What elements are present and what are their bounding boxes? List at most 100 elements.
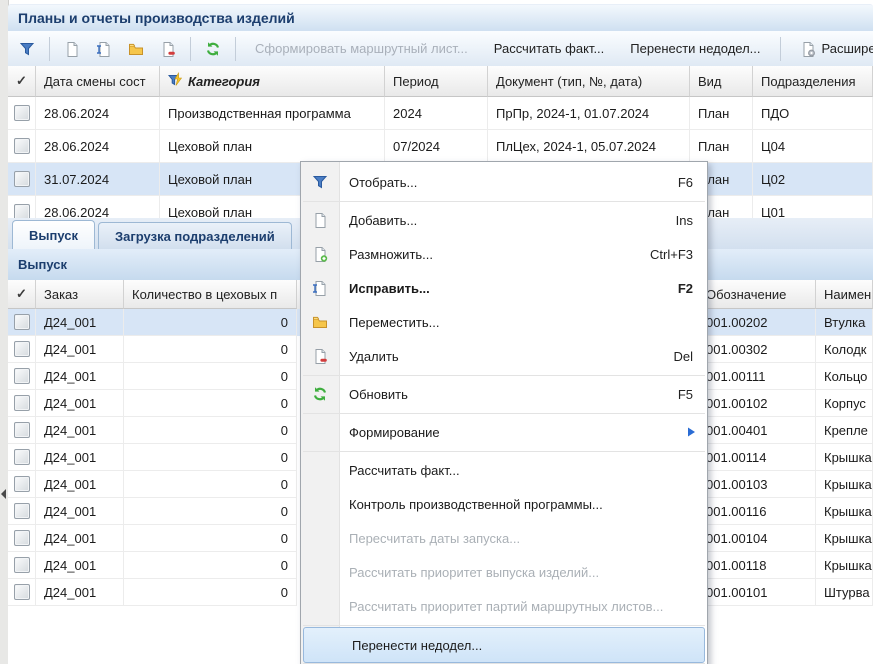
filter-toolbar-button[interactable] [14,36,40,62]
checkbox[interactable] [14,138,30,154]
row-checkbox[interactable] [8,97,36,130]
checkbox[interactable] [14,395,30,411]
cell-order[interactable]: Д24_001 [36,498,124,525]
cell-name[interactable]: Крепле [816,417,873,444]
row-checkbox[interactable] [8,196,36,218]
context-menu-item[interactable]: Переместить... [301,305,707,339]
checkbox[interactable] [14,557,30,573]
cell-order[interactable]: Д24_001 [36,336,124,363]
column-header-designation[interactable]: Обозначение [698,280,816,309]
cell-name[interactable]: Кольцо [816,363,873,390]
cell-document[interactable]: ПлЦех, 2024-1, 05.07.2024 [488,130,690,163]
column-header-order[interactable]: Заказ [36,280,124,309]
cell-designation[interactable]: 001.00102 [698,390,816,417]
cell-date[interactable]: 28.06.2024 [36,130,160,163]
cell-quantity[interactable]: 0 [124,390,297,417]
cell-department[interactable]: Ц02 [753,163,873,196]
cell-order[interactable]: Д24_001 [36,417,124,444]
cell-name[interactable]: Корпус [816,390,873,417]
cell-designation[interactable]: 001.00111 [698,363,816,390]
row-checkbox[interactable] [8,471,36,498]
context-menu-item[interactable]: Добавить...Ins [301,203,707,237]
cell-date[interactable]: 31.07.2024 [36,163,160,196]
cell-date[interactable]: 28.06.2024 [36,196,160,218]
add-document-button[interactable] [59,36,85,62]
edit-document-button[interactable] [91,36,117,62]
cell-designation[interactable]: 001.00401 [698,417,816,444]
row-checkbox[interactable] [8,498,36,525]
cell-designation[interactable]: 001.00114 [698,444,816,471]
context-menu-item[interactable]: Размножить...Ctrl+F3 [301,237,707,271]
cell-order[interactable]: Д24_001 [36,579,124,606]
row-checkbox[interactable] [8,309,36,336]
cell-name[interactable]: Штурва [816,579,873,606]
cell-name[interactable]: Колодк [816,336,873,363]
column-header-name[interactable]: Наимен [816,280,873,309]
row-checkbox[interactable] [8,417,36,444]
plans-table-row[interactable]: 28.06.2024Производственная программа2024… [8,97,873,130]
delete-document-button[interactable] [155,36,181,62]
cell-quantity[interactable]: 0 [124,471,297,498]
refresh-button[interactable] [200,36,226,62]
column-header-period[interactable]: Период [385,66,488,97]
tab-zagruzka-podrazdelenij[interactable]: Загрузка подразделений [98,222,292,249]
row-checkbox[interactable] [8,579,36,606]
checkbox[interactable] [14,503,30,519]
column-header-qty[interactable]: Количество в цеховых п [124,280,297,309]
cell-quantity[interactable]: 0 [124,498,297,525]
row-checkbox[interactable] [8,525,36,552]
cell-order[interactable]: Д24_001 [36,552,124,579]
cell-order[interactable]: Д24_001 [36,471,124,498]
context-menu-item[interactable]: Формирование [301,415,707,449]
column-header-date[interactable]: Дата смены сост [36,66,160,97]
cell-department[interactable]: Ц01 [753,196,873,218]
cell-order[interactable]: Д24_001 [36,444,124,471]
checkbox[interactable] [14,422,30,438]
column-header-document[interactable]: Документ (тип, №, дата) [488,66,690,97]
cell-order[interactable]: Д24_001 [36,309,124,336]
context-menu-item[interactable]: Рассчитать факт... [301,453,707,487]
context-menu-item[interactable]: ОбновитьF5 [301,377,707,411]
context-menu-item[interactable]: УдалитьDel [301,339,707,373]
row-checkbox[interactable] [8,390,36,417]
cell-name[interactable]: Крышка [816,525,873,552]
column-header-check[interactable]: ✓ [8,280,36,309]
row-checkbox[interactable] [8,552,36,579]
checkbox[interactable] [14,530,30,546]
row-checkbox[interactable] [8,363,36,390]
tab-vypusk[interactable]: Выпуск [12,220,95,249]
cell-quantity[interactable]: 0 [124,525,297,552]
cell-department[interactable]: ПДО [753,97,873,130]
carry-over-backlog-button[interactable]: Перенести недодел... [620,41,770,56]
cell-designation[interactable]: 001.00118 [698,552,816,579]
cell-date[interactable]: 28.06.2024 [36,97,160,130]
cell-order[interactable]: Д24_001 [36,390,124,417]
cell-quantity[interactable]: 0 [124,309,297,336]
cell-quantity[interactable]: 0 [124,417,297,444]
cell-quantity[interactable]: 0 [124,552,297,579]
checkbox[interactable] [14,476,30,492]
extended-button[interactable]: Расширен [790,41,873,57]
cell-document[interactable]: ПрПр, 2024-1, 01.07.2024 [488,97,690,130]
cell-department[interactable]: Ц04 [753,130,873,163]
cell-order[interactable]: Д24_001 [36,363,124,390]
row-checkbox[interactable] [8,130,36,163]
row-checkbox[interactable] [8,444,36,471]
cell-designation[interactable]: 001.00202 [698,309,816,336]
cell-order[interactable]: Д24_001 [36,525,124,552]
cell-category[interactable]: Цеховой план [160,130,385,163]
cell-designation[interactable]: 001.00101 [698,579,816,606]
context-menu-item[interactable]: Отобрать...F6 [301,165,707,199]
row-checkbox[interactable] [8,336,36,363]
cell-name[interactable]: Втулка [816,309,873,336]
checkbox[interactable] [14,341,30,357]
collapse-panel-arrow-icon[interactable] [1,489,6,499]
context-menu-item[interactable]: Контроль производственной программы... [301,487,707,521]
checkbox[interactable] [14,449,30,465]
column-header-check[interactable]: ✓ [8,66,36,97]
row-checkbox[interactable] [8,163,36,196]
cell-quantity[interactable]: 0 [124,336,297,363]
checkbox[interactable] [14,204,30,218]
checkbox[interactable] [14,105,30,121]
cell-designation[interactable]: 001.00104 [698,525,816,552]
